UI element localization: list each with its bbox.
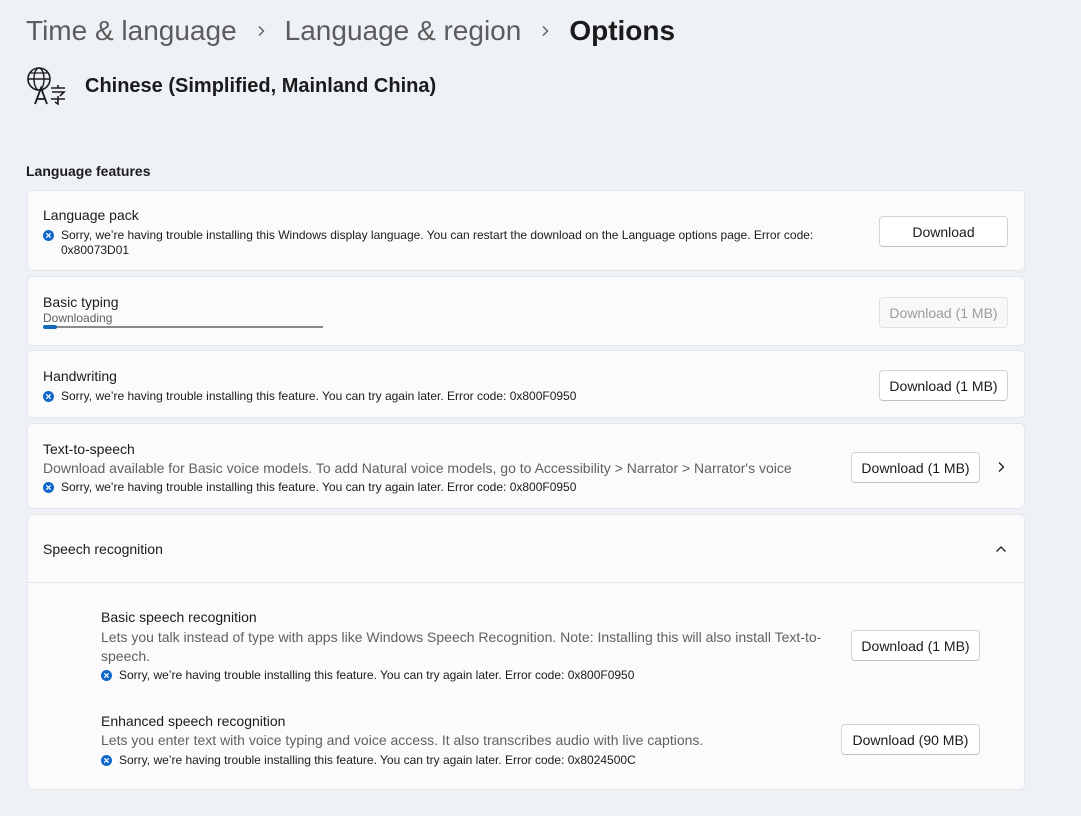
- language-translate-icon: [27, 67, 66, 106]
- basic-typing-download-button[interactable]: Download (1 MB): [879, 297, 1008, 328]
- language-pack-error: Sorry, we’re having trouble installing t…: [43, 228, 843, 258]
- text-to-speech-card[interactable]: Text-to-speech Download available for Ba…: [27, 423, 1025, 509]
- error-text: Sorry, we’re having trouble installing t…: [61, 389, 577, 403]
- language-header: Chinese (Simplified, Mainland China): [26, 66, 436, 106]
- error-icon: [101, 670, 112, 681]
- tts-title: Text-to-speech: [43, 441, 135, 457]
- progress-fill: [43, 325, 57, 329]
- basic-typing-status: Downloading: [43, 311, 113, 325]
- section-title: Language features: [26, 163, 151, 179]
- description-line: speech.: [101, 648, 151, 664]
- error-text: Sorry, we’re having trouble installing t…: [61, 228, 814, 242]
- basic-speech-title: Basic speech recognition: [101, 609, 257, 625]
- enhanced-speech-title: Enhanced speech recognition: [101, 713, 286, 729]
- error-icon: [101, 755, 112, 766]
- error-text: Sorry, we’re having trouble installing t…: [61, 480, 577, 494]
- speech-recognition-expander: Speech recognition Basic speech recognit…: [27, 514, 1025, 790]
- language-name: Chinese (Simplified, Mainland China): [85, 74, 437, 97]
- chevron-up-icon[interactable]: [995, 543, 1007, 555]
- breadcrumb-time-language[interactable]: Time & language: [26, 15, 237, 47]
- basic-speech-download-button[interactable]: Download (1 MB): [851, 630, 980, 661]
- handwriting-card: Handwriting Sorry, we’re having trouble …: [27, 350, 1025, 418]
- error-icon: [43, 230, 54, 241]
- chevron-right-icon: [539, 25, 551, 37]
- language-pack-card: Language pack Sorry, we’re having troubl…: [27, 190, 1025, 271]
- speech-recognition-header[interactable]: Speech recognition: [28, 515, 1024, 583]
- basic-typing-card: Basic typing Downloading Download (1 MB): [27, 276, 1025, 346]
- handwriting-error: Sorry, we’re having trouble installing t…: [43, 389, 576, 404]
- basic-speech-error: Sorry, we’re having trouble installing t…: [101, 668, 634, 683]
- chevron-right-icon[interactable]: [995, 461, 1007, 473]
- error-code: 0x80073D01: [61, 243, 130, 257]
- tts-error: Sorry, we’re having trouble installing t…: [43, 480, 576, 495]
- language-pack-download-button[interactable]: Download: [879, 216, 1008, 247]
- error-text: Sorry, we’re having trouble installing t…: [119, 668, 635, 682]
- page-title: Options: [569, 15, 676, 46]
- chevron-right-icon: [255, 25, 267, 37]
- error-text: Sorry, we’re having trouble installing t…: [119, 753, 636, 767]
- speech-recognition-title: Speech recognition: [43, 541, 163, 557]
- download-progress-bar: [43, 325, 323, 329]
- breadcrumb-language-region[interactable]: Language & region: [285, 15, 522, 47]
- handwriting-title: Handwriting: [43, 368, 117, 384]
- breadcrumb: Time & language Language & region Option…: [26, 12, 675, 50]
- language-pack-title: Language pack: [43, 207, 139, 223]
- enhanced-speech-download-button[interactable]: Download (90 MB): [841, 724, 980, 755]
- enhanced-speech-description: Lets you enter text with voice typing an…: [101, 732, 704, 748]
- error-icon: [43, 482, 54, 493]
- tts-download-button[interactable]: Download (1 MB): [851, 452, 980, 483]
- tts-description: Download available for Basic voice model…: [43, 460, 792, 476]
- enhanced-speech-error: Sorry, we’re having trouble installing t…: [101, 753, 636, 768]
- description-line: Lets you talk instead of type with apps …: [101, 629, 822, 645]
- basic-typing-title: Basic typing: [43, 294, 119, 310]
- error-icon: [43, 391, 54, 402]
- handwriting-download-button[interactable]: Download (1 MB): [879, 370, 1008, 401]
- basic-speech-description: Lets you talk instead of type with apps …: [101, 628, 841, 666]
